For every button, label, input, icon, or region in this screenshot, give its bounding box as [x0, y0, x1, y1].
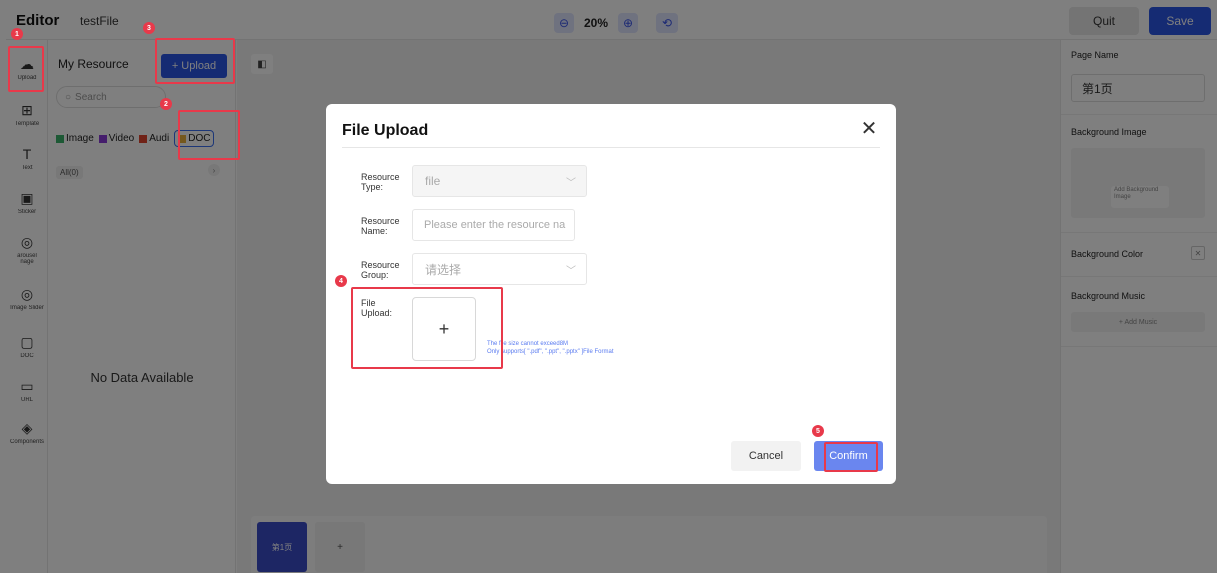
divider	[342, 147, 880, 148]
highlight-doc-tab	[178, 110, 240, 160]
resource-name-label: Resource Name:	[361, 216, 400, 236]
resource-group-select[interactable]: 请选择 ﹀	[412, 253, 587, 285]
step-badge: 5	[812, 425, 824, 437]
chevron-down-icon: ﹀	[566, 266, 576, 277]
highlight-confirm	[824, 442, 878, 472]
close-icon[interactable]: ✕	[858, 118, 880, 140]
resource-type-select: file ﹀	[412, 165, 587, 197]
highlight-upload-button	[155, 38, 235, 84]
highlight-upload-tab	[8, 46, 44, 92]
step-badge: 1	[11, 28, 23, 40]
cancel-button[interactable]: Cancel	[731, 441, 801, 471]
resource-type-value: file	[425, 174, 441, 188]
resource-group-label: Resource Group:	[361, 260, 400, 280]
file-format-hint: Only supports[ ".pdf", ".ppt", ".pptx" ]…	[487, 349, 614, 355]
upload-hint: The file size cannot exceed8M Only suppo…	[487, 340, 614, 356]
step-badge: 3	[143, 22, 155, 34]
step-badge: 2	[160, 98, 172, 110]
dialog-title: File Upload	[342, 122, 429, 139]
resource-name-placeholder: Please enter the resource na	[424, 219, 566, 231]
highlight-file-upload	[351, 287, 503, 369]
resource-name-input[interactable]: Please enter the resource na	[412, 209, 575, 241]
step-badge: 4	[335, 275, 347, 287]
chevron-down-icon: ﹀	[566, 178, 576, 189]
file-size-hint: The file size cannot exceed8M	[487, 341, 569, 347]
resource-type-label: Resource Type:	[361, 172, 400, 192]
resource-group-placeholder: 请选择	[425, 262, 462, 277]
